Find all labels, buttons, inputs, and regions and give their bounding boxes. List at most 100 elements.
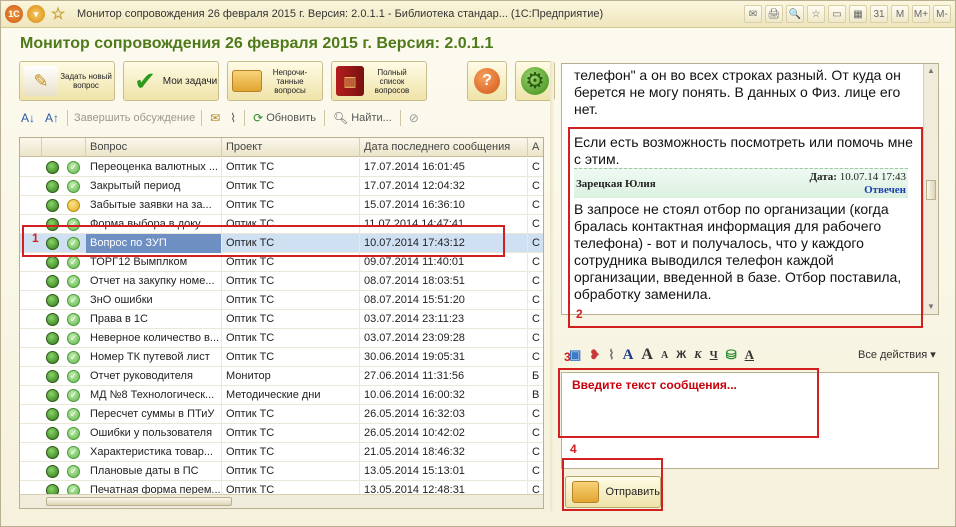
italic-button[interactable]: К (694, 349, 701, 361)
ask-question-button[interactable]: ✎ Задать новый вопрос (19, 61, 115, 101)
read-status-icon (46, 370, 59, 383)
menu-dropdown-icon[interactable]: ▾ (27, 5, 45, 23)
underline-button[interactable]: Ч (710, 349, 718, 361)
project-cell: Методические дни (222, 386, 360, 405)
memory-plus-icon[interactable]: M+ (912, 5, 930, 23)
annotation-box-4 (562, 458, 663, 511)
app-logo-icon[interactable]: 1C (5, 5, 23, 23)
add-favorite-icon[interactable]: ☆ (807, 5, 825, 23)
date-cell: 15.07.2014 16:36:10 (360, 196, 528, 215)
link-icon[interactable]: ▭ (828, 5, 846, 23)
editor-toolbar: ▣ ❥ ⌇ A A A Ж К Ч ⛁ A (569, 344, 754, 366)
col-author[interactable]: А (528, 138, 543, 157)
table-row[interactable]: ✓ Закрытый период Оптик ТС 17.07.2014 12:04… (20, 177, 543, 196)
heart-icon[interactable]: ❥ (589, 347, 600, 363)
project-cell: Оптик ТС (222, 443, 360, 462)
sort-asc-icon[interactable]: A↓ (19, 108, 37, 128)
font-grow-icon[interactable]: A (641, 346, 653, 364)
find-button[interactable]: 🔍︎ Найти... (331, 108, 394, 128)
table-row[interactable]: ✓ Пересчет суммы в ПТиУ Оптик ТС 26.05.2014… (20, 405, 543, 424)
cancel-search-icon[interactable]: ⊘ (407, 108, 421, 128)
col-status (42, 138, 86, 157)
scroll-down-icon[interactable]: ▼ (924, 300, 938, 314)
date-cell: 26.05.2014 10:42:02 (360, 424, 528, 443)
scrollbar-thumb[interactable] (926, 180, 936, 200)
date-cell: 26.05.2014 16:32:03 (360, 405, 528, 424)
refresh-icon: ⟳ (253, 111, 264, 125)
table-row[interactable]: ✓ Отчет на закупку номе... Оптик ТС 08.07.2… (20, 272, 543, 291)
table-row[interactable]: ✓ Ошибки у пользователя Оптик ТС 26.05.2014… (20, 424, 543, 443)
envelope-icon[interactable]: ✉ (208, 108, 222, 128)
table-row[interactable]: ✓ Характеристика товар... Оптик ТС 21.05.20… (20, 443, 543, 462)
col-project[interactable]: Проект (222, 138, 360, 157)
done-status-icon: ✓ (67, 351, 80, 364)
table-row[interactable]: Забытые заявки на за... Оптик ТС 15.07.201… (20, 196, 543, 215)
sort-desc-icon[interactable]: A↑ (43, 108, 61, 128)
table-row[interactable]: ✓ Номер ТК путевой лист Оптик ТС 30.06.2014… (20, 348, 543, 367)
scroll-up-icon[interactable]: ▲ (924, 64, 938, 78)
unread-questions-button[interactable]: Непрочи-танные вопросы (227, 61, 323, 101)
date-cell: 17.07.2014 16:01:45 (360, 158, 528, 177)
favorite-star-icon[interactable]: ☆ (49, 5, 67, 23)
memory-minus-icon[interactable]: M- (933, 5, 951, 23)
mail-icon[interactable]: ✉ (744, 5, 762, 23)
horizontal-scrollbar[interactable] (20, 494, 543, 508)
question-cell: Права в 1С (86, 310, 222, 329)
divider (67, 110, 69, 126)
bold-button[interactable]: Ж (676, 349, 686, 361)
my-tasks-button[interactable]: ✔ Мои задачи (123, 61, 219, 101)
table-row[interactable]: ✓ Отчет руководителя Монитор 27.06.2014 11:… (20, 367, 543, 386)
project-cell: Оптик ТС (222, 158, 360, 177)
scrollbar-thumb[interactable] (46, 497, 232, 506)
table-row[interactable]: ✓ Права в 1С Оптик ТС 03.07.2014 23:11:23 С (20, 310, 543, 329)
preview-icon[interactable]: 🔍 (786, 5, 804, 23)
question-cell: Пересчет суммы в ПТиУ (86, 405, 222, 424)
attach-icon[interactable]: ⌇ (608, 347, 614, 363)
form-title: Монитор сопровождения 26 февраля 2015 г.… (20, 35, 494, 52)
calculator-icon[interactable]: ▦ (849, 5, 867, 23)
table-row[interactable]: ✓ Переоценка валютных ... Оптик ТС 17.07.20… (20, 158, 543, 177)
question-cell: МД №8 Технологическ... (86, 386, 222, 405)
col-question[interactable]: Вопрос (86, 138, 222, 157)
read-status-icon (46, 275, 59, 288)
col-date[interactable]: Дата последнего сообщения (360, 138, 528, 157)
author-cell: С (528, 462, 543, 481)
question-cell: Отчет руководителя (86, 367, 222, 386)
full-list-button[interactable]: ▥ Полный список вопросов (331, 61, 427, 101)
panel-splitter[interactable] (550, 61, 554, 511)
done-status-icon: ✓ (67, 427, 80, 440)
print-icon[interactable]: 🖨 (765, 5, 783, 23)
font-icon[interactable]: A (623, 347, 634, 364)
project-cell: Оптик ТС (222, 291, 360, 310)
project-cell: Оптик ТС (222, 272, 360, 291)
question-cell: Переоценка валютных ... (86, 158, 222, 177)
attach-icon[interactable]: ⌇ (228, 108, 238, 128)
author-cell: С (528, 234, 543, 253)
read-status-icon (46, 465, 59, 478)
author-cell: С (528, 177, 543, 196)
done-status-icon: ✓ (67, 161, 80, 174)
table-row[interactable]: ✓ Неверное количество в... Оптик ТС 03.07.2… (20, 329, 543, 348)
date-cell: 08.07.2014 15:51:20 (360, 291, 528, 310)
vertical-scrollbar[interactable]: ▲ ▼ (923, 64, 938, 314)
project-cell: Оптик ТС (222, 196, 360, 215)
font-shrink-icon[interactable]: A (661, 350, 668, 361)
calendar-icon[interactable]: 31 (870, 5, 888, 23)
fill-color-icon[interactable]: ⛁ (726, 347, 737, 363)
help-button[interactable]: ? (467, 61, 507, 101)
books-icon: ▥ (336, 66, 364, 96)
gear-icon: ⚙ (521, 67, 549, 95)
all-actions-menu[interactable]: Все действия ▾ (858, 348, 936, 361)
settings-button[interactable]: ⚙ (515, 61, 555, 101)
done-status-icon: ✓ (67, 313, 80, 326)
table-row[interactable]: ✓ МД №8 Технологическ... Методические дни 1… (20, 386, 543, 405)
finish-discussion-button[interactable]: Завершить обсуждение (74, 112, 195, 124)
read-status-icon (46, 256, 59, 269)
memory-icon[interactable]: M (891, 5, 909, 23)
question-cell: Номер ТК путевой лист (86, 348, 222, 367)
refresh-button[interactable]: ⟳ Обновить (251, 108, 318, 128)
table-row[interactable]: ✓ Плановые даты в ПС Оптик ТС 13.05.2014 15… (20, 462, 543, 481)
project-cell: Оптик ТС (222, 462, 360, 481)
text-color-icon[interactable]: A (745, 347, 754, 363)
table-row[interactable]: ✓ ЗнО ошибки Оптик ТС 08.07.2014 15:51:20 С (20, 291, 543, 310)
